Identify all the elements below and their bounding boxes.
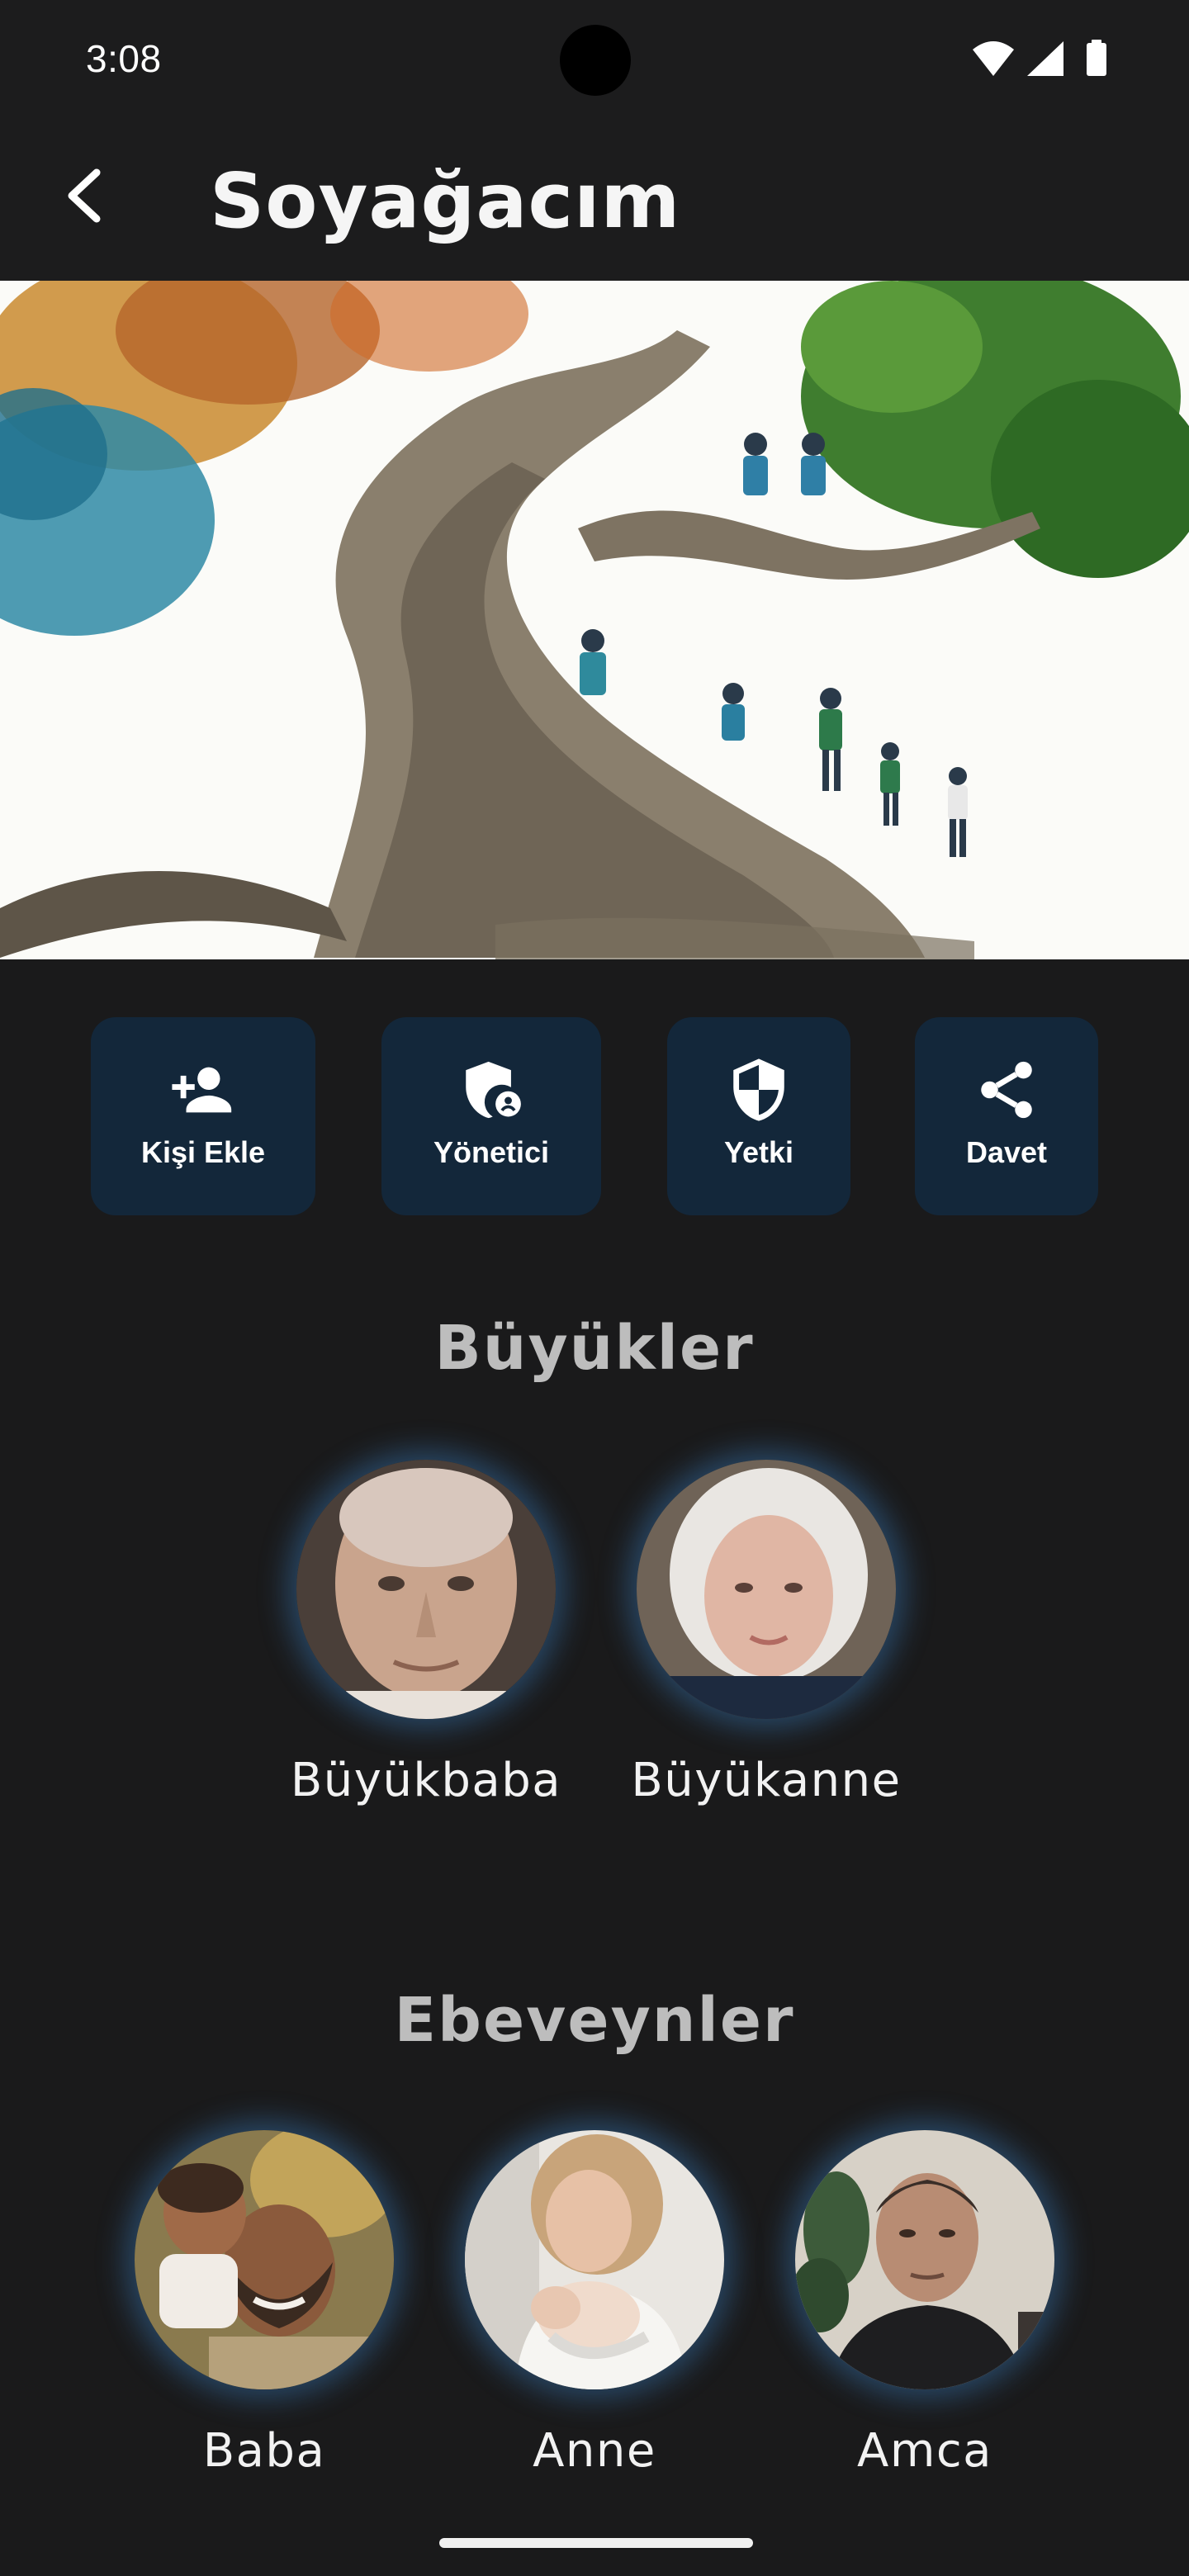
- person-name: Amca: [857, 2424, 992, 2478]
- section-title-parents: Ebeveynler: [394, 1985, 795, 2056]
- share-icon: [973, 1056, 1040, 1124]
- home-indicator[interactable]: [439, 2538, 753, 2548]
- arrow-back-icon: [68, 168, 101, 223]
- person-card-grandfather[interactable]: Büyükbaba: [269, 1460, 583, 1807]
- avatar: [296, 1460, 556, 1719]
- camera-cutout: [560, 25, 631, 96]
- person-name: Büyükbaba: [290, 1754, 562, 1807]
- person-name: Baba: [202, 2424, 326, 2478]
- back-button[interactable]: [41, 150, 132, 241]
- status-bar: 3:08: [0, 0, 1189, 116]
- invite-button[interactable]: Davet: [915, 1017, 1098, 1215]
- invite-label: Davet: [965, 1135, 1048, 1169]
- person-card-uncle[interactable]: Amca: [768, 2130, 1082, 2478]
- signal-icon: [1027, 41, 1063, 76]
- person-card-grandmother[interactable]: Büyükanne: [609, 1460, 923, 1807]
- person-name: Büyükanne: [631, 1754, 902, 1807]
- section-title-grandparents: Büyükler: [434, 1313, 755, 1384]
- add-person-button[interactable]: Kişi Ekle: [91, 1017, 315, 1215]
- battery-icon: [1087, 40, 1106, 76]
- admin-label: Yönetici: [433, 1135, 550, 1169]
- family-tree-illustration: [0, 281, 1189, 959]
- admin-button[interactable]: Yönetici: [381, 1017, 601, 1215]
- person-add-icon: [169, 1056, 237, 1124]
- avatar: [795, 2130, 1054, 2389]
- shield-icon: [725, 1056, 793, 1124]
- hero-image: [0, 281, 1189, 959]
- avatar: [465, 2130, 724, 2389]
- avatar: [135, 2130, 394, 2389]
- person-name: Anne: [533, 2424, 656, 2478]
- permission-button[interactable]: Yetki: [667, 1017, 850, 1215]
- avatar: [637, 1460, 896, 1719]
- app-bar: Soyağacım: [0, 116, 1189, 281]
- status-icons: [971, 38, 1111, 81]
- admin-shield-icon: [457, 1056, 525, 1124]
- status-time: 3:08: [86, 37, 162, 80]
- wifi-icon: [973, 41, 1014, 76]
- add-person-label: Kişi Ekle: [140, 1135, 266, 1169]
- permission-label: Yetki: [723, 1135, 794, 1169]
- person-card-mother[interactable]: Anne: [438, 2130, 751, 2478]
- person-card-father[interactable]: Baba: [107, 2130, 421, 2478]
- page-title: Soyağacım: [210, 157, 681, 245]
